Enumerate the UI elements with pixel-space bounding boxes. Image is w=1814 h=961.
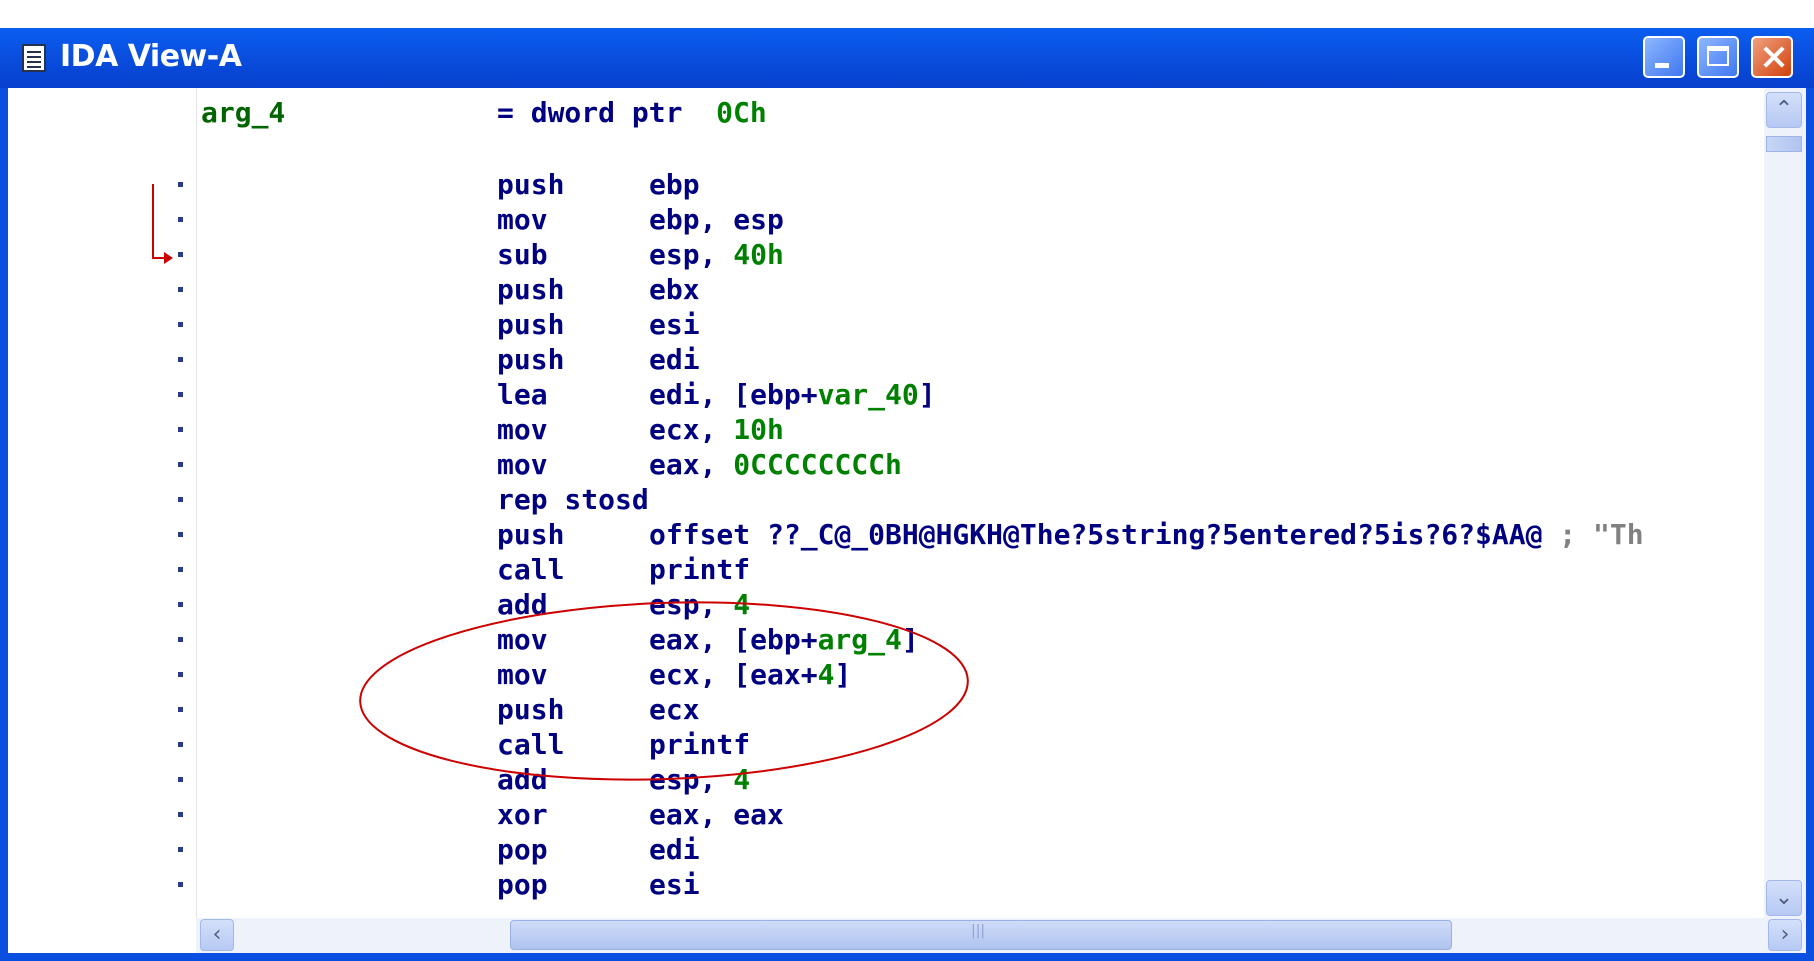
operands: esp, 40h bbox=[649, 238, 784, 271]
mnemonic: push bbox=[497, 308, 565, 341]
operands: esi bbox=[649, 868, 700, 901]
instruction-marker bbox=[178, 707, 183, 712]
mnemonic: call bbox=[497, 728, 565, 761]
window-frame-left bbox=[0, 88, 8, 953]
operand-value: arg_4 bbox=[817, 623, 902, 656]
maximize-button[interactable] bbox=[1697, 36, 1739, 78]
mnemonic: push bbox=[497, 343, 565, 376]
operand-value: 0CCCCCCCCh bbox=[733, 448, 902, 481]
mnemonic: mov bbox=[497, 448, 548, 481]
instruction-marker bbox=[178, 672, 183, 677]
operands: offset ??_C@_0BH@HGKH@The?5string?5enter… bbox=[649, 518, 1644, 551]
operands: ebp bbox=[649, 168, 700, 201]
mnemonic: pop bbox=[497, 868, 548, 901]
line-comment: ; "Th bbox=[1542, 518, 1644, 551]
mnemonic: xor bbox=[497, 798, 548, 831]
arg-definition: = dword ptr 0Ch bbox=[497, 96, 767, 129]
instruction-marker bbox=[178, 777, 183, 782]
arg-label: arg_4 bbox=[201, 96, 286, 129]
title-bar[interactable]: IDA View-A bbox=[0, 28, 1814, 88]
operand-value: var_40 bbox=[817, 378, 919, 411]
mnemonic: add bbox=[497, 763, 548, 796]
instruction-marker bbox=[178, 742, 183, 747]
listing-header-line[interactable]: arg_4 = dword ptr 0Ch bbox=[197, 96, 767, 130]
operands: ecx, 10h bbox=[649, 413, 784, 446]
instruction-marker bbox=[178, 392, 183, 397]
chevron-left-icon[interactable]: ‹ bbox=[200, 919, 234, 951]
operands: ecx bbox=[649, 693, 700, 726]
window-frame-bottom bbox=[0, 953, 1814, 961]
operands: eax, 0CCCCCCCCh bbox=[649, 448, 902, 481]
instruction-marker bbox=[178, 567, 183, 572]
instruction-marker bbox=[178, 462, 183, 467]
instruction-marker bbox=[178, 252, 183, 257]
instruction-marker bbox=[178, 602, 183, 607]
chevron-up-icon[interactable]: ⌃ bbox=[1766, 92, 1802, 128]
flow-gutter bbox=[8, 88, 196, 918]
instruction-marker bbox=[178, 287, 183, 292]
instruction-marker bbox=[178, 497, 183, 502]
disassembly-listing[interactable]: arg_4 = dword ptr 0Ch push ebp mov ebp, esp… bbox=[196, 88, 1765, 918]
operands: edi bbox=[649, 833, 700, 866]
mnemonic: rep stosd bbox=[497, 483, 649, 516]
mnemonic: mov bbox=[497, 623, 548, 656]
jump-arrow-icon bbox=[164, 252, 173, 264]
window-frame-right bbox=[1806, 88, 1814, 953]
instruction-marker bbox=[178, 812, 183, 817]
instruction-marker bbox=[178, 322, 183, 327]
instruction-marker bbox=[178, 427, 183, 432]
operands: ebx bbox=[649, 273, 700, 306]
instruction-marker bbox=[178, 637, 183, 642]
instruction-marker bbox=[178, 847, 183, 852]
operand-value: 40h bbox=[733, 238, 784, 271]
instruction-marker bbox=[178, 357, 183, 362]
operands: printf bbox=[649, 553, 751, 586]
operands: esp, 4 bbox=[649, 588, 751, 621]
operands: esi bbox=[649, 308, 700, 341]
operand-value: 10h bbox=[733, 413, 784, 446]
close-button[interactable] bbox=[1751, 36, 1793, 78]
ida-view-window: IDA View-A arg_4 = dword ptr 0Ch push ebp… bbox=[0, 8, 1814, 961]
operands: edi, [ebp+var_40] bbox=[649, 378, 936, 411]
mnemonic: mov bbox=[497, 413, 548, 446]
horizontal-scroll-thumb[interactable] bbox=[510, 920, 1452, 950]
mnemonic: sub bbox=[497, 238, 548, 271]
mnemonic: pop bbox=[497, 833, 548, 866]
jump-arrow-line bbox=[152, 184, 154, 258]
vertical-scrollbar[interactable]: ⌃ ⌄ bbox=[1764, 88, 1806, 918]
mnemonic: push bbox=[497, 518, 565, 551]
mnemonic: push bbox=[497, 693, 565, 726]
operand-value: 4 bbox=[733, 763, 751, 796]
mnemonic: call bbox=[497, 553, 565, 586]
operand-value: 4 bbox=[733, 588, 751, 621]
instruction-marker bbox=[178, 532, 183, 537]
operands: ecx, [eax+4] bbox=[649, 658, 852, 691]
mnemonic: push bbox=[497, 273, 565, 306]
operands: printf bbox=[649, 728, 751, 761]
horizontal-scrollbar[interactable]: ‹ bbox=[196, 918, 1764, 953]
operand-value: 4 bbox=[817, 658, 835, 691]
minimize-button[interactable] bbox=[1643, 36, 1685, 78]
operands: eax, eax bbox=[649, 798, 784, 831]
mnemonic: lea bbox=[497, 378, 548, 411]
instruction-marker bbox=[178, 882, 183, 887]
document-icon bbox=[22, 44, 46, 72]
operands: edi bbox=[649, 343, 700, 376]
mnemonic: add bbox=[497, 588, 548, 621]
vertical-scroll-thumb[interactable] bbox=[1766, 136, 1802, 152]
instruction-marker bbox=[178, 217, 183, 222]
chevron-right-icon[interactable]: › bbox=[1768, 919, 1802, 951]
mnemonic: push bbox=[497, 168, 565, 201]
window-title: IDA View-A bbox=[60, 39, 242, 74]
chevron-down-icon[interactable]: ⌄ bbox=[1766, 880, 1802, 916]
operands: ebp, esp bbox=[649, 203, 784, 236]
mnemonic: mov bbox=[497, 203, 548, 236]
operands: eax, [ebp+arg_4] bbox=[649, 623, 919, 656]
mnemonic: mov bbox=[497, 658, 548, 691]
instruction-marker bbox=[178, 182, 183, 187]
operands: esp, 4 bbox=[649, 763, 751, 796]
